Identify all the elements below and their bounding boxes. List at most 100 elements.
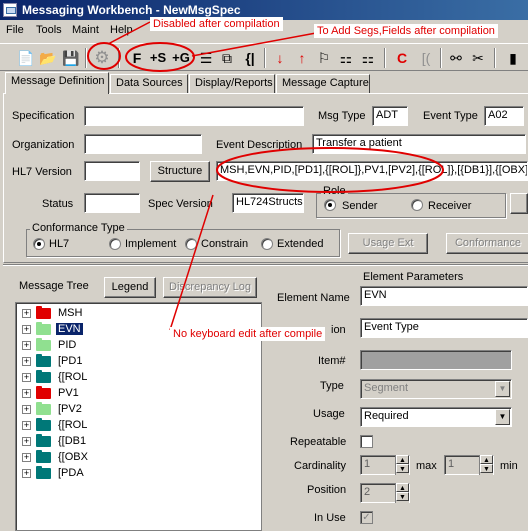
expand-icon[interactable]: + [22, 373, 31, 382]
event-description-field[interactable]: Transfer a patient [312, 134, 526, 154]
tree-item-label: {[ROL [58, 419, 88, 431]
legend-button[interactable]: Legend [104, 277, 156, 298]
spin-down-icon[interactable]: ▼ [396, 464, 409, 473]
save-icon[interactable]: 💾 [61, 48, 81, 68]
status-field[interactable] [84, 193, 140, 213]
refresh-icon[interactable]: C [392, 48, 412, 68]
cut-icon[interactable]: ✂ [468, 48, 488, 68]
cardinality-max-spinner[interactable]: ▲ ▼ [479, 455, 493, 475]
role-receiver-radio[interactable] [411, 199, 423, 211]
move-down-icon[interactable]: ↓ [270, 48, 290, 68]
tab-message-capture[interactable]: Message Capture [276, 74, 370, 93]
specification-label: Specification [12, 110, 75, 122]
in-use-label: In Use [314, 512, 346, 524]
usage-value: Required [364, 410, 409, 422]
chart-icon[interactable]: ▮ [503, 48, 523, 68]
spin-up-icon[interactable]: ▲ [396, 455, 409, 464]
expand-icon[interactable]: + [22, 421, 31, 430]
role-sender-radio[interactable] [324, 199, 336, 211]
organization-field[interactable] [84, 134, 202, 154]
hl7-version-label: HL7 Version [12, 166, 72, 178]
expand-icon[interactable]: + [22, 453, 31, 462]
toolbar-separator [118, 48, 120, 68]
hl7-version-field[interactable] [84, 161, 140, 181]
cardinality-min-spinner[interactable]: ▲ ▼ [395, 455, 409, 475]
description-field[interactable]: Event Type [360, 318, 528, 338]
bracket-button[interactable]: [( [416, 48, 436, 68]
expand-icon[interactable]: + [22, 341, 31, 350]
menu-tools[interactable]: Tools [36, 24, 62, 36]
cardinality-max-value: 1 [448, 458, 455, 470]
conformance-button[interactable]: Conformance [446, 233, 528, 254]
expand-icon[interactable]: + [22, 389, 31, 398]
event-type-label: Event Type [423, 110, 478, 122]
compile-gear-icon[interactable]: ⚙ [92, 48, 112, 68]
usage-dropdown[interactable]: Required ▼ [360, 407, 512, 427]
section-divider [3, 264, 528, 266]
toolbar: 📄 📂 💾 ⚙ F +S +G ☰ ⧉ {| ↓ ↑ ⚐ ⚏ ⚏ C [( ⚯ … [0, 43, 528, 71]
usage-ext-button[interactable]: Usage Ext [348, 233, 428, 254]
spec-version-label: Spec Version [148, 198, 213, 210]
open-folder-icon[interactable]: 📂 [38, 48, 58, 68]
tab-data-sources[interactable]: Data Sources [110, 74, 188, 93]
expand-icon[interactable]: + [22, 469, 31, 478]
discrepancy-log-button[interactable]: Discrepancy Log [163, 277, 257, 298]
segment-folder-icon [36, 338, 51, 351]
conf-implement-radio[interactable] [109, 238, 121, 250]
list-icon[interactable]: ☰ [196, 48, 216, 68]
chevron-down-icon: ▼ [495, 381, 510, 397]
structure-button[interactable]: Structure [150, 161, 210, 182]
description-label: ion [331, 324, 346, 336]
app-icon [3, 3, 17, 17]
spin-up-icon[interactable]: ▲ [480, 455, 493, 464]
grid-icon[interactable]: ⚏ [358, 48, 378, 68]
element-name-label: Element Name [277, 292, 350, 304]
spin-down-icon[interactable]: ▼ [396, 492, 409, 501]
tab-display-reports[interactable]: Display/Reports [189, 74, 275, 93]
move-up-icon[interactable]: ↑ [292, 48, 312, 68]
add-segment-button[interactable]: +S [148, 48, 168, 68]
expand-icon[interactable]: + [22, 405, 31, 414]
expand-icon[interactable]: + [22, 357, 31, 366]
msg-type-field[interactable]: ADT [372, 106, 408, 126]
copy-icon[interactable]: ⧉ [217, 48, 237, 68]
tree-icon[interactable]: ⚐ [314, 48, 334, 68]
menu-help[interactable]: Help [110, 24, 133, 36]
braces-button[interactable]: {| [240, 48, 260, 68]
status-label: Status [42, 198, 74, 210]
expand-icon[interactable]: + [22, 309, 31, 318]
menu-maint[interactable]: Maint [72, 24, 99, 36]
type-dropdown[interactable]: Segment ▼ [360, 379, 512, 399]
tree-item-label: EVN [56, 323, 83, 335]
tab-message-definition[interactable]: Message Definition [5, 72, 109, 94]
grid-icon[interactable]: ⚏ [336, 48, 356, 68]
element-parameters-title: Element Parameters [363, 271, 464, 283]
add-group-button[interactable]: +G [171, 48, 191, 68]
conf-extended-label: Extended [277, 238, 324, 250]
add-field-button[interactable]: F [127, 48, 147, 68]
link-icon[interactable]: ⚯ [446, 48, 466, 68]
conf-constrain-radio[interactable] [185, 238, 197, 250]
tree-item-label: PV1 [58, 387, 79, 399]
specification-field[interactable] [84, 106, 304, 126]
event-type-field[interactable]: A02 [484, 106, 524, 126]
chevron-down-icon: ▼ [495, 409, 510, 425]
position-label: Position [307, 484, 347, 496]
role-extra-button[interactable] [510, 193, 528, 214]
repeatable-checkbox[interactable] [360, 435, 373, 448]
new-file-icon[interactable]: 📄 [16, 48, 36, 68]
spec-version-field[interactable]: HL724Structs [232, 193, 304, 213]
item-number-label: Item# [318, 355, 346, 367]
spin-up-icon[interactable]: ▲ [396, 483, 409, 492]
segment-folder-icon [36, 354, 51, 367]
conf-extended-radio[interactable] [261, 238, 273, 250]
expand-icon[interactable]: + [22, 437, 31, 446]
menu-file[interactable]: File [6, 24, 24, 36]
type-label: Type [320, 380, 344, 392]
position-spinner[interactable]: ▲ ▼ [395, 483, 409, 503]
conf-constrain-label: Constrain [201, 238, 249, 250]
conf-hl7-radio[interactable] [33, 238, 45, 250]
expand-icon[interactable]: + [22, 325, 31, 334]
spin-down-icon[interactable]: ▼ [480, 464, 493, 473]
element-name-field[interactable]: EVN [360, 286, 528, 306]
